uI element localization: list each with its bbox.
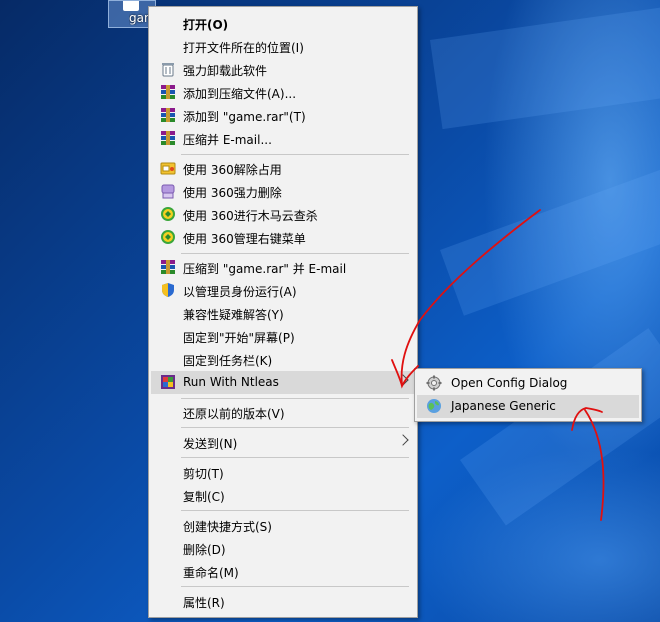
menu-separator bbox=[181, 510, 409, 511]
360-scan-icon bbox=[161, 230, 175, 244]
menu-item-label: 强力卸载此软件 bbox=[183, 64, 268, 78]
wallpaper-beam bbox=[440, 167, 660, 316]
360-unlock-icon bbox=[160, 162, 176, 175]
submenu-item-label: Japanese Generic bbox=[451, 399, 556, 413]
menu-item-compress-email[interactable]: 压缩并 E-mail... bbox=[151, 127, 415, 150]
menu-separator bbox=[181, 457, 409, 458]
menu-item-label: 使用 360管理右键菜单 bbox=[183, 232, 306, 246]
menu-item-send-to[interactable]: 发送到(N) bbox=[151, 431, 415, 454]
menu-item-label: 兼容性疑难解答(Y) bbox=[183, 308, 284, 322]
file-icon bbox=[123, 1, 139, 11]
menu-item-label: 打开(O) bbox=[183, 18, 229, 32]
menu-item-label: 属性(R) bbox=[183, 596, 225, 610]
menu-item-label: 压缩并 E-mail... bbox=[183, 133, 272, 147]
menu-item-rename[interactable]: 重命名(M) bbox=[151, 560, 415, 583]
wallpaper-beam bbox=[460, 328, 660, 526]
menu-separator bbox=[181, 586, 409, 587]
menu-item-label: 使用 360强力删除 bbox=[183, 186, 282, 200]
360-shred-icon bbox=[161, 184, 175, 199]
menu-item-run-as-admin[interactable]: 以管理员身份运行(A) bbox=[151, 279, 415, 302]
winrar-icon bbox=[161, 260, 175, 274]
menu-item-label: 还原以前的版本(V) bbox=[183, 407, 285, 421]
ntleas-submenu: Open Config Dialog Japanese Generic bbox=[414, 368, 642, 422]
trash-icon bbox=[162, 63, 174, 77]
menu-item-label: 创建快捷方式(S) bbox=[183, 520, 272, 534]
menu-item-label: 使用 360解除占用 bbox=[183, 163, 282, 177]
menu-item-label: 添加到 "game.rar"(T) bbox=[183, 110, 306, 124]
menu-item-label: 删除(D) bbox=[183, 543, 226, 557]
menu-item-create-shortcut[interactable]: 创建快捷方式(S) bbox=[151, 514, 415, 537]
menu-item-label: 固定到任务栏(K) bbox=[183, 354, 273, 368]
menu-item-360-shred[interactable]: 使用 360强力删除 bbox=[151, 180, 415, 203]
menu-item-label: 固定到"开始"屏幕(P) bbox=[183, 331, 295, 345]
360-scan-icon bbox=[161, 207, 175, 221]
menu-item-copy[interactable]: 复制(C) bbox=[151, 484, 415, 507]
winrar-icon bbox=[161, 85, 175, 99]
winrar-icon bbox=[161, 108, 175, 122]
menu-item-label: 打开文件所在的位置(I) bbox=[183, 41, 304, 55]
menu-item-compat-troubleshoot[interactable]: 兼容性疑难解答(Y) bbox=[151, 302, 415, 325]
ntleas-icon bbox=[161, 375, 175, 389]
wallpaper-beam bbox=[430, 3, 660, 130]
menu-item-force-uninstall[interactable]: 强力卸载此软件 bbox=[151, 58, 415, 81]
menu-separator bbox=[181, 398, 409, 399]
menu-separator bbox=[181, 253, 409, 254]
menu-item-360-trojan-scan[interactable]: 使用 360进行木马云查杀 bbox=[151, 203, 415, 226]
menu-item-label: 发送到(N) bbox=[183, 437, 238, 451]
menu-item-add-to-game-rar[interactable]: 添加到 "game.rar"(T) bbox=[151, 104, 415, 127]
menu-item-open[interactable]: 打开(O) bbox=[151, 12, 415, 35]
context-menu: 打开(O) 打开文件所在的位置(I) 强力卸载此软件 添加到压缩文件(A)...… bbox=[148, 6, 418, 618]
menu-item-properties[interactable]: 属性(R) bbox=[151, 590, 415, 613]
menu-item-label: 重命名(M) bbox=[183, 566, 239, 580]
submenu-item-label: Open Config Dialog bbox=[451, 376, 568, 390]
menu-separator bbox=[181, 154, 409, 155]
menu-item-360-manage-menu[interactable]: 使用 360管理右键菜单 bbox=[151, 226, 415, 249]
winrar-icon bbox=[161, 131, 175, 145]
menu-separator bbox=[181, 427, 409, 428]
menu-item-label: 压缩到 "game.rar" 并 E-mail bbox=[183, 262, 347, 276]
menu-item-restore-previous[interactable]: 还原以前的版本(V) bbox=[151, 401, 415, 424]
menu-item-label: 使用 360进行木马云查杀 bbox=[183, 209, 318, 223]
menu-item-pin-to-start[interactable]: 固定到"开始"屏幕(P) bbox=[151, 325, 415, 348]
menu-item-open-location[interactable]: 打开文件所在的位置(I) bbox=[151, 35, 415, 58]
menu-item-label: 剪切(T) bbox=[183, 467, 224, 481]
menu-item-360-unlock[interactable]: 使用 360解除占用 bbox=[151, 157, 415, 180]
chevron-right-icon bbox=[397, 374, 409, 386]
menu-item-pin-to-taskbar[interactable]: 固定到任务栏(K) bbox=[151, 348, 415, 371]
gear-icon bbox=[426, 375, 442, 391]
uac-shield-icon bbox=[162, 283, 174, 297]
globe-icon bbox=[427, 399, 441, 413]
menu-item-label: 以管理员身份运行(A) bbox=[183, 285, 297, 299]
chevron-right-icon bbox=[397, 434, 409, 446]
menu-item-label: Run With Ntleas bbox=[183, 375, 279, 389]
menu-item-compress-game-rar-email[interactable]: 压缩到 "game.rar" 并 E-mail bbox=[151, 256, 415, 279]
menu-item-run-with-ntleas[interactable]: Run With Ntleas bbox=[151, 371, 415, 394]
menu-item-add-to-archive[interactable]: 添加到压缩文件(A)... bbox=[151, 81, 415, 104]
menu-item-label: 添加到压缩文件(A)... bbox=[183, 87, 297, 101]
submenu-item-open-config-dialog[interactable]: Open Config Dialog bbox=[417, 372, 639, 395]
menu-item-cut[interactable]: 剪切(T) bbox=[151, 461, 415, 484]
menu-item-delete[interactable]: 删除(D) bbox=[151, 537, 415, 560]
submenu-item-japanese-generic[interactable]: Japanese Generic bbox=[417, 395, 639, 418]
menu-item-label: 复制(C) bbox=[183, 490, 225, 504]
